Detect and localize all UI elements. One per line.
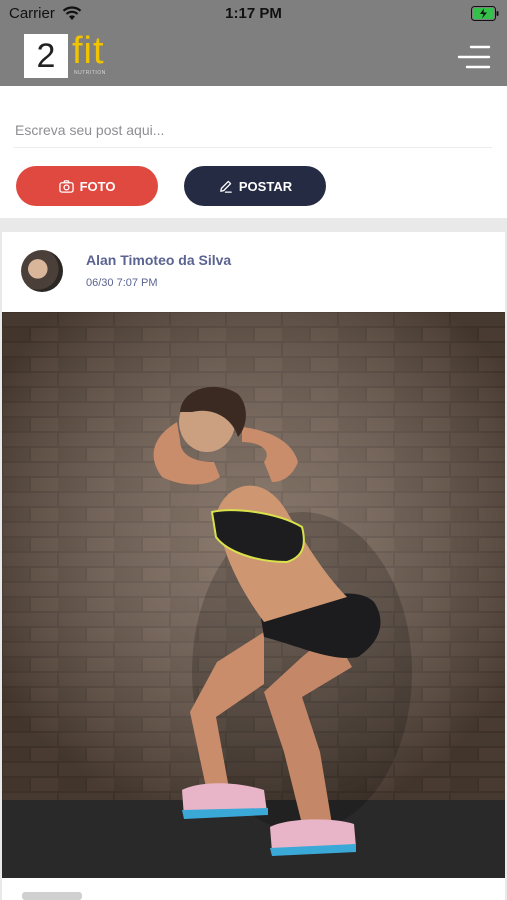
status-bar: Carrier 1:17 PM <box>0 0 507 28</box>
photo-button-label: FOTO <box>79 178 116 194</box>
feed-post-card: Alan Timoteo da Silva 06/30 7:07 PM <box>2 232 505 900</box>
post-actions-preview <box>22 892 82 900</box>
post-timestamp: 06/30 7:07 PM <box>86 277 158 289</box>
logo-text: fit <box>72 30 105 72</box>
logo-number: 2 <box>24 34 68 78</box>
battery-charging-icon <box>471 6 499 21</box>
hamburger-menu-icon[interactable] <box>457 42 491 72</box>
camera-icon <box>58 179 74 193</box>
author-avatar[interactable] <box>21 250 63 292</box>
photo-button[interactable]: FOTO <box>16 166 158 206</box>
app-logo: 2 fit NUTRITION <box>24 30 124 78</box>
post-author-name[interactable]: Alan Timoteo da Silva <box>86 252 231 268</box>
pencil-icon <box>220 180 232 193</box>
post-text-input[interactable] <box>14 112 492 148</box>
post-button-label: POSTAR <box>238 178 293 194</box>
status-time: 1:17 PM <box>225 5 282 22</box>
post-composer: FOTO POSTAR <box>0 86 507 218</box>
post-button[interactable]: POSTAR <box>184 166 326 206</box>
post-image[interactable] <box>2 312 505 878</box>
nav-bar: 2 fit NUTRITION <box>0 28 507 86</box>
logo-tagline: NUTRITION <box>74 70 106 76</box>
exercise-photo <box>2 312 505 878</box>
